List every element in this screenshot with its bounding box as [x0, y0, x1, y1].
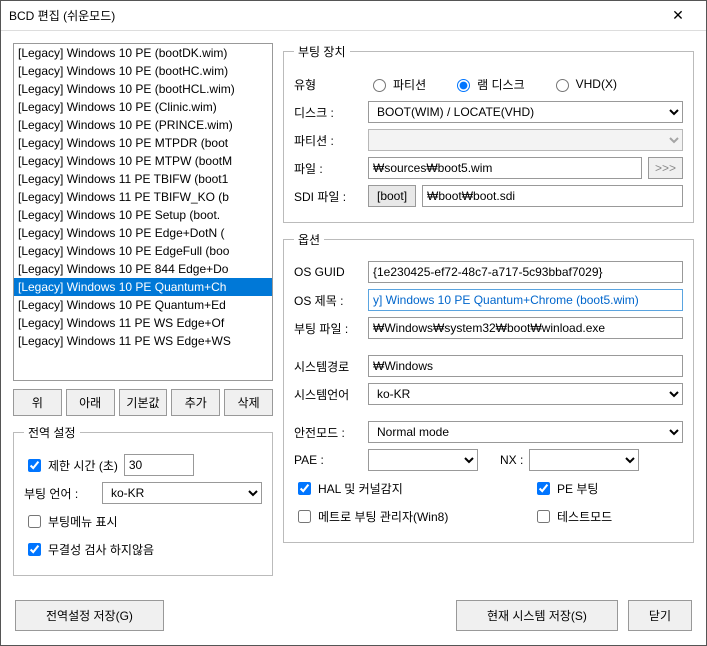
hal-check[interactable]: HAL 및 커널감지	[294, 479, 403, 498]
file-browse-button[interactable]: >>>	[648, 157, 683, 179]
syspath-input[interactable]	[368, 355, 683, 377]
list-item[interactable]: [Legacy] Windows 10 PE MTPW (bootM	[14, 152, 272, 170]
syslang-label: 시스템언어	[294, 386, 362, 403]
boot-device-group: 부팅 장치 유형 파티션 램 디스크 VHD(X) 디스크 : BOOT(WIM…	[283, 43, 694, 223]
list-item[interactable]: [Legacy] Windows 10 PE Edge+DotN (	[14, 224, 272, 242]
titlebar: BCD 편집 (쉬운모드) ✕	[1, 1, 706, 31]
safemode-select[interactable]: Normal mode	[368, 421, 683, 443]
list-item[interactable]: [Legacy] Windows 10 PE (bootDK.wim)	[14, 44, 272, 62]
list-item[interactable]: [Legacy] Windows 10 PE Quantum+Ch	[14, 278, 272, 296]
global-settings-group: 전역 설정 제한 시간 (초) 부팅 언어 : ko-KR 부팅메뉴 표시 무결…	[13, 424, 273, 576]
syslang-select[interactable]: ko-KR	[368, 383, 683, 405]
list-item[interactable]: [Legacy] Windows 11 PE TBIFW (boot1	[14, 170, 272, 188]
safemode-label: 안전모드 :	[294, 424, 362, 441]
disk-select[interactable]: BOOT(WIM) / LOCATE(VHD)	[368, 101, 683, 123]
content-area: [Legacy] Windows 10 PE (bootDK.wim)[Lega…	[1, 31, 706, 588]
guid-input[interactable]	[368, 261, 683, 283]
sdi-label: SDI 파일 :	[294, 188, 362, 205]
footer: 전역설정 저장(G) 현재 시스템 저장(S) 닫기	[1, 590, 706, 645]
file-input[interactable]	[368, 157, 642, 179]
list-item[interactable]: [Legacy] Windows 11 PE WS Edge+WS	[14, 332, 272, 350]
list-item[interactable]: [Legacy] Windows 10 PE (PRINCE.wim)	[14, 116, 272, 134]
list-item[interactable]: [Legacy] Windows 10 PE MTPDR (boot	[14, 134, 272, 152]
guid-label: OS GUID	[294, 265, 362, 279]
disk-label: 디스크 :	[294, 104, 362, 121]
vhd-radio[interactable]: VHD(X)	[551, 76, 617, 92]
integrity-check[interactable]: 무결성 검사 하지않음	[24, 540, 154, 559]
right-panel: 부팅 장치 유형 파티션 램 디스크 VHD(X) 디스크 : BOOT(WIM…	[283, 43, 694, 576]
nx-label: NX :	[500, 453, 523, 467]
sdi-boot-button[interactable]: [boot]	[368, 185, 416, 207]
down-button[interactable]: 아래	[66, 389, 115, 416]
close-icon[interactable]: ✕	[658, 7, 698, 24]
close-button[interactable]: 닫기	[628, 600, 692, 631]
bootmenu-label: 부팅메뉴 표시	[48, 513, 118, 530]
syspath-label: 시스템경로	[294, 358, 362, 375]
save-global-button[interactable]: 전역설정 저장(G)	[15, 600, 164, 631]
list-item[interactable]: [Legacy] Windows 10 PE EdgeFull (boo	[14, 242, 272, 260]
integrity-label: 무결성 검사 하지않음	[48, 541, 154, 558]
file-label: 파일 :	[294, 160, 362, 177]
pae-label: PAE :	[294, 453, 362, 467]
up-button[interactable]: 위	[13, 389, 62, 416]
pe-check[interactable]: PE 부팅	[533, 479, 598, 498]
list-item[interactable]: [Legacy] Windows 11 PE TBIFW_KO (b	[14, 188, 272, 206]
left-panel: [Legacy] Windows 10 PE (bootDK.wim)[Lega…	[13, 43, 273, 576]
list-item[interactable]: [Legacy] Windows 10 PE (bootHC.wim)	[14, 62, 272, 80]
list-item[interactable]: [Legacy] Windows 10 PE Setup (boot.	[14, 206, 272, 224]
pae-select[interactable]	[368, 449, 478, 471]
list-item[interactable]: [Legacy] Windows 10 PE Quantum+Ed	[14, 296, 272, 314]
default-button[interactable]: 기본값	[119, 389, 168, 416]
sdi-input[interactable]	[422, 185, 683, 207]
add-button[interactable]: 추가	[171, 389, 220, 416]
delete-button[interactable]: 삭제	[224, 389, 273, 416]
testmode-check[interactable]: 테스트모드	[533, 507, 612, 526]
os-title-label: OS 제목 :	[294, 292, 362, 309]
timeout-check[interactable]: 제한 시간 (초)	[24, 456, 118, 475]
bootlang-label: 부팅 언어 :	[24, 485, 96, 502]
bootfile-input[interactable]	[368, 317, 683, 339]
bootfile-label: 부팅 파일 :	[294, 320, 362, 337]
list-item[interactable]: [Legacy] Windows 10 PE (Clinic.wim)	[14, 98, 272, 116]
global-settings-legend: 전역 설정	[24, 424, 80, 441]
bootlang-select[interactable]: ko-KR	[102, 482, 262, 504]
timeout-label: 제한 시간 (초)	[48, 457, 118, 474]
partition-select[interactable]	[368, 129, 683, 151]
os-title-input[interactable]	[368, 289, 683, 311]
options-legend: 옵션	[294, 231, 324, 248]
type-label: 유형	[294, 76, 362, 93]
list-item[interactable]: [Legacy] Windows 11 PE WS Edge+Of	[14, 314, 272, 332]
metro-check[interactable]: 메트로 부팅 관리자(Win8)	[294, 507, 448, 526]
ramdisk-radio[interactable]: 램 디스크	[452, 76, 525, 93]
window-title: BCD 편집 (쉬운모드)	[9, 7, 658, 24]
bootmenu-check[interactable]: 부팅메뉴 표시	[24, 512, 118, 531]
timeout-input[interactable]	[124, 454, 194, 476]
partition-label: 파티션 :	[294, 132, 362, 149]
boot-device-legend: 부팅 장치	[294, 43, 350, 60]
nx-select[interactable]	[529, 449, 639, 471]
list-item[interactable]: [Legacy] Windows 10 PE (bootHCL.wim)	[14, 80, 272, 98]
save-current-button[interactable]: 현재 시스템 저장(S)	[456, 600, 618, 631]
list-button-row: 위 아래 기본값 추가 삭제	[13, 389, 273, 416]
boot-entry-list[interactable]: [Legacy] Windows 10 PE (bootDK.wim)[Lega…	[13, 43, 273, 381]
partition-radio[interactable]: 파티션	[368, 76, 426, 93]
options-group: 옵션 OS GUID OS 제목 : 부팅 파일 : 시스템경로 시스템언어 k…	[283, 231, 694, 543]
list-item[interactable]: [Legacy] Windows 10 PE 844 Edge+Do	[14, 260, 272, 278]
